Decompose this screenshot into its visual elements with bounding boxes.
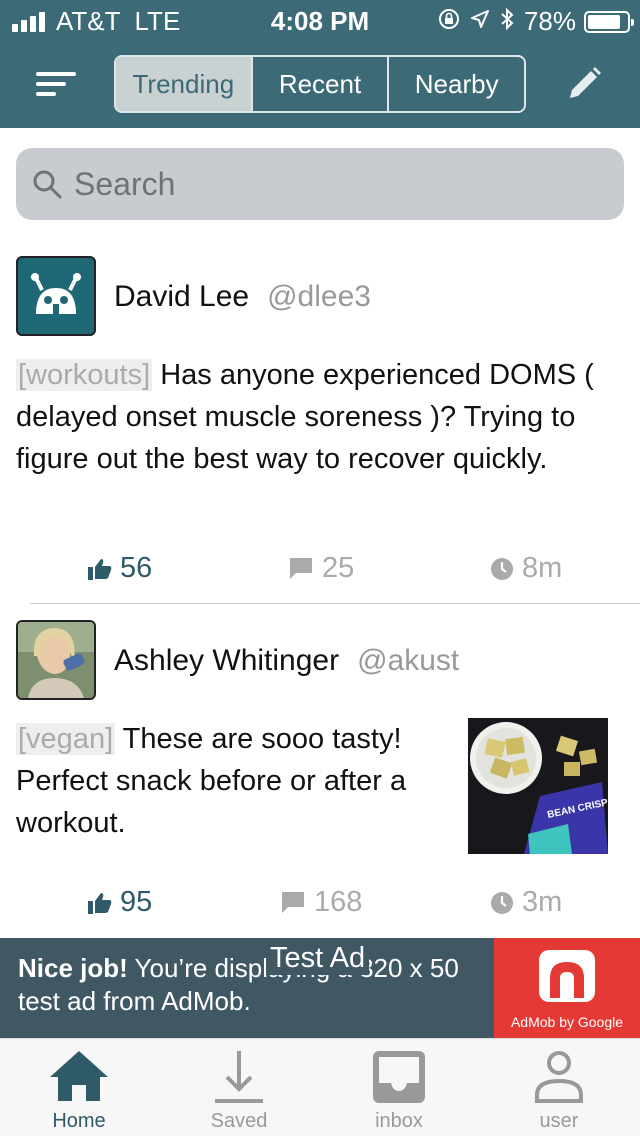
- tab-nearby[interactable]: Nearby: [389, 57, 524, 111]
- search-icon: [33, 170, 62, 199]
- inbox-icon: [373, 1051, 425, 1103]
- author-handle[interactable]: @dlee3: [267, 280, 371, 313]
- search-input[interactable]: [74, 165, 594, 203]
- battery-percent: 78%: [523, 6, 576, 36]
- time-ago: 8m: [522, 552, 563, 584]
- post-divider: [30, 603, 640, 604]
- navigation-bar: Trending Recent Nearby: [0, 40, 640, 128]
- battery-icon: [584, 10, 634, 33]
- author-name[interactable]: David Lee: [114, 280, 249, 313]
- like-count: 56: [120, 552, 153, 584]
- post-tag[interactable]: [vegan]: [16, 723, 116, 755]
- post-text: [workouts] Has anyone experienced DOMS (…: [16, 354, 622, 480]
- tab-user[interactable]: user: [494, 1039, 624, 1136]
- post-image[interactable]: BEAN CRISPS: [468, 718, 608, 854]
- avatar[interactable]: [16, 620, 96, 700]
- snack-photo-image: BEAN CRISPS: [468, 718, 608, 854]
- comment-button[interactable]: 168: [282, 886, 362, 919]
- tab-user-label: user: [539, 1110, 579, 1132]
- comment-count: 168: [314, 886, 363, 918]
- post-card[interactable]: Ashley Whitinger @akust [vegan] These are…: [0, 620, 640, 938]
- tab-home[interactable]: Home: [14, 1039, 144, 1136]
- clock-icon: [491, 557, 513, 580]
- post-time: 8m: [490, 552, 562, 585]
- tab-home-label: Home: [52, 1110, 106, 1132]
- bluetooth-icon: [500, 7, 514, 36]
- orientation-lock-icon: [438, 8, 460, 36]
- post-author[interactable]: David Lee @dlee3: [114, 280, 371, 314]
- download-icon: [215, 1051, 263, 1103]
- tab-bar: Home Saved inbox user: [0, 1038, 640, 1136]
- like-button[interactable]: 56: [88, 552, 152, 585]
- author-handle[interactable]: @akust: [357, 644, 459, 677]
- ad-headline: Nice job!: [18, 953, 128, 983]
- tab-inbox[interactable]: inbox: [334, 1039, 464, 1136]
- post-card[interactable]: David Lee @dlee3 [workouts] Has anyone ex…: [0, 256, 640, 604]
- like-button[interactable]: 95: [88, 886, 152, 919]
- test-ad-badge: Test Ad: [266, 942, 370, 975]
- admob-logo[interactable]: AdMob by Google: [494, 938, 640, 1038]
- status-bar: AT&T LTE 4:08 PM 78%: [0, 0, 640, 40]
- post-stats: 56 25 8m: [0, 552, 640, 592]
- post-author[interactable]: Ashley Whitinger @akust: [114, 644, 459, 678]
- avatar[interactable]: [16, 256, 96, 336]
- comment-icon: [290, 557, 312, 579]
- user-icon: [535, 1051, 583, 1103]
- clock-icon: [491, 891, 513, 914]
- comment-count: 25: [322, 552, 355, 584]
- search-bar[interactable]: [16, 148, 624, 220]
- post-tag[interactable]: [workouts]: [16, 359, 153, 391]
- ad-banner[interactable]: Nice job! You’re displaying a 320 x 50 t…: [0, 938, 640, 1038]
- post-text: [vegan] These are sooo tasty! Perfect sn…: [16, 718, 456, 844]
- home-icon: [50, 1051, 108, 1101]
- ad-text[interactable]: Nice job! You’re displaying a 320 x 50 t…: [18, 952, 488, 1018]
- comment-button[interactable]: 25: [290, 552, 354, 585]
- tab-saved-label: Saved: [210, 1110, 268, 1132]
- compose-pencil-icon[interactable]: [564, 64, 604, 104]
- like-count: 95: [120, 886, 153, 918]
- feed-segmented-control: Trending Recent Nearby: [114, 55, 526, 113]
- admob-label: AdMob by Google: [510, 1014, 624, 1030]
- menu-icon[interactable]: [36, 68, 76, 100]
- tab-inbox-label: inbox: [375, 1110, 423, 1132]
- tab-saved[interactable]: Saved: [174, 1039, 304, 1136]
- location-icon: [470, 9, 490, 35]
- time-ago: 3m: [522, 886, 563, 918]
- thumbs-up-icon: [88, 558, 112, 580]
- tab-trending[interactable]: Trending: [116, 57, 253, 111]
- user-photo-avatar: [18, 622, 94, 698]
- comment-icon: [282, 891, 304, 913]
- post-stats: 95 168 3m: [0, 886, 640, 926]
- status-right: 78%: [438, 6, 634, 37]
- thumbs-up-icon: [88, 892, 112, 914]
- author-name[interactable]: Ashley Whitinger: [114, 644, 339, 677]
- tab-recent[interactable]: Recent: [253, 57, 390, 111]
- post-time: 3m: [490, 886, 562, 919]
- robot-avatar-icon: [18, 258, 94, 334]
